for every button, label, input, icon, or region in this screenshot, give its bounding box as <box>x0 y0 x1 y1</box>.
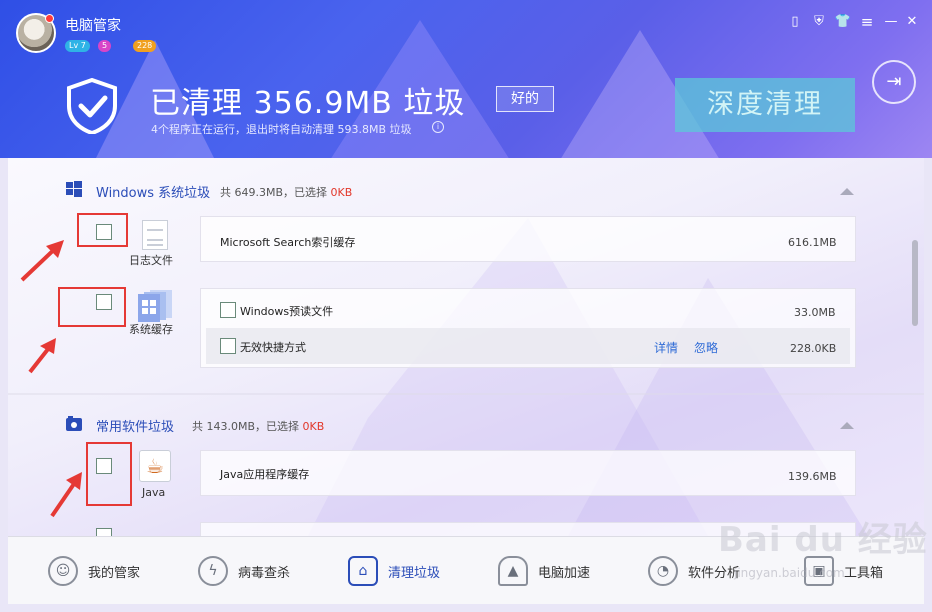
vip-badge[interactable]: 5 <box>98 40 112 52</box>
watermark-logo: Bai du 经验 <box>718 520 928 560</box>
item-label: Microsoft Search索引缓存 <box>220 236 356 249</box>
nav-virus-scan[interactable]: ϟ 病毒查杀 <box>198 537 290 605</box>
menu-icon[interactable]: ≡ <box>858 13 876 31</box>
item-size: 228.0KB <box>790 342 837 355</box>
windows-icon <box>66 181 82 197</box>
cleanup-icon: ⌂ <box>348 556 378 586</box>
collapse-icon[interactable] <box>840 422 854 429</box>
highlight-box <box>58 287 126 327</box>
group-checkbox[interactable] <box>96 528 112 536</box>
annotation-arrow <box>20 240 64 282</box>
java-icon: ☕ <box>139 450 171 482</box>
scrollbar[interactable] <box>912 240 918 326</box>
item-size: 33.0MB <box>794 306 836 319</box>
watermark-url: jingyan.baidu.com <box>734 566 845 580</box>
annotation-arrow <box>28 338 56 374</box>
phone-icon[interactable]: ▯ <box>786 13 804 31</box>
ignore-link[interactable]: 忽略 <box>694 339 718 356</box>
section-meta: 共 649.3MB，已选择 0KB <box>220 186 353 199</box>
subtitle: 4个程序正在运行，退出时将自动清理 593.8MB 垃圾 <box>151 123 412 136</box>
content-area: Windows 系统垃圾 共 649.3MB，已选择 0KB 日志文件 Micr… <box>8 158 924 536</box>
nav-speedup[interactable]: ▲ 电脑加速 <box>498 537 590 605</box>
shirt-icon[interactable]: 👕 <box>834 13 852 31</box>
shield-check-icon <box>67 78 117 134</box>
nav-cleanup[interactable]: ⌂ 清理垃圾 <box>348 537 440 605</box>
log-file-icon <box>142 220 168 250</box>
level-badge[interactable]: Lv 7 <box>65 40 90 52</box>
group-label: 系统缓存 <box>129 323 173 336</box>
close-icon[interactable]: ✕ <box>903 13 921 31</box>
nav-my-butler[interactable]: ☺ 我的管家 <box>48 537 140 605</box>
butler-icon: ☺ <box>48 556 78 586</box>
section-meta: 共 143.0MB，已选择 0KB <box>192 420 325 433</box>
item-label: 无效快捷方式 <box>240 341 306 354</box>
item-label: Java应用程序缓存 <box>220 468 310 481</box>
item-size: 616.1MB <box>788 236 837 249</box>
collapse-icon[interactable] <box>840 188 854 195</box>
notification-dot <box>45 14 54 23</box>
deep-clean-button[interactable]: 深度清理 <box>675 78 855 132</box>
highlight-box <box>86 442 132 506</box>
item-label: Windows预读文件 <box>240 305 334 318</box>
coins-badge[interactable]: 228 <box>133 40 157 52</box>
shield-small-icon[interactable]: ⛨ <box>810 13 828 31</box>
system-cache-icon <box>138 290 172 322</box>
app-name: 电脑管家 <box>65 18 121 34</box>
software-icon <box>66 416 82 431</box>
detail-link[interactable]: 详情 <box>654 339 678 356</box>
rocket-icon: ▲ <box>498 556 528 586</box>
exit-icon[interactable]: ⇥ <box>872 60 916 104</box>
ok-button[interactable]: 好的 <box>496 86 554 112</box>
minimize-icon[interactable]: — <box>882 13 900 31</box>
section-title: 常用软件垃圾 <box>96 420 175 435</box>
virus-scan-icon: ϟ <box>198 556 228 586</box>
section-title: Windows 系统垃圾 <box>96 186 211 201</box>
group-label: Java <box>142 486 166 499</box>
software-analysis-icon: ◔ <box>648 556 678 586</box>
item-checkbox[interactable] <box>220 302 236 318</box>
page-title: 已清理 356.9MB 垃圾 <box>150 86 466 121</box>
info-icon[interactable]: i <box>432 121 444 133</box>
group-label: 日志文件 <box>129 254 173 267</box>
highlight-box <box>77 213 128 247</box>
item-checkbox[interactable] <box>220 338 236 354</box>
item-size: 139.6MB <box>788 470 837 483</box>
annotation-arrow <box>50 472 82 518</box>
